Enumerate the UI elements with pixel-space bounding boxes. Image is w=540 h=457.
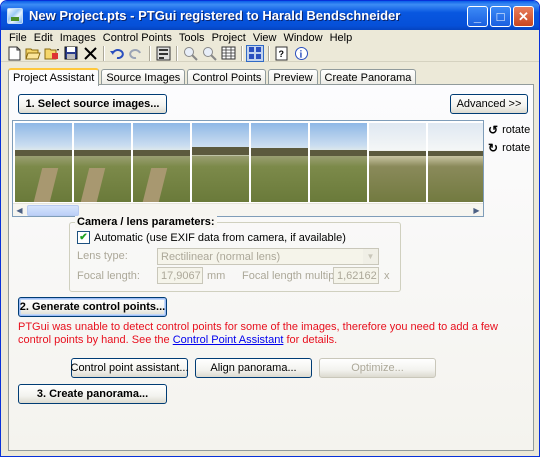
multiplier-unit: x bbox=[384, 270, 390, 282]
tab-strip: Project Assistant Source Images Control … bbox=[8, 68, 418, 86]
maximize-button[interactable]: □ bbox=[490, 6, 511, 27]
menu-window[interactable]: Window bbox=[281, 32, 327, 44]
delete-icon[interactable] bbox=[81, 45, 99, 62]
info-icon[interactable]: i bbox=[292, 45, 310, 62]
tab-control-points[interactable]: Control Points bbox=[187, 69, 267, 85]
rotate-cw-button[interactable]: ↻ rotate bbox=[488, 141, 530, 155]
close-button[interactable]: ✕ bbox=[513, 6, 534, 27]
open-dropdown-icon[interactable] bbox=[43, 45, 61, 62]
thumbnail-scrollbar[interactable]: ◀ ▶ bbox=[13, 203, 483, 216]
open-icon[interactable] bbox=[24, 45, 42, 62]
image-thumbnail[interactable] bbox=[251, 123, 308, 202]
image-thumbnail[interactable] bbox=[428, 123, 483, 202]
tab-preview[interactable]: Preview bbox=[268, 69, 318, 85]
scrollbar-thumb[interactable] bbox=[27, 205, 79, 216]
menu-project[interactable]: Project bbox=[210, 32, 251, 44]
optimize-button[interactable]: Optimize... bbox=[319, 358, 436, 378]
focal-length-label: Focal length: bbox=[77, 270, 140, 282]
window-title: New Project.pts - PTGui registered to Ha… bbox=[29, 8, 401, 23]
toolbar-separator bbox=[241, 45, 243, 61]
toolbar-separator bbox=[268, 45, 270, 61]
rotate-ccw-button[interactable]: ↺ rotate bbox=[488, 123, 530, 137]
toolbar: ? i bbox=[1, 44, 539, 62]
rotate-ccw-icon: ↺ bbox=[488, 123, 499, 137]
menu-help[interactable]: Help bbox=[328, 32, 358, 44]
toolbar-separator bbox=[103, 45, 105, 61]
menu-edit[interactable]: Edit bbox=[32, 32, 58, 44]
main-window: New Project.pts - PTGui registered to Ha… bbox=[0, 0, 540, 457]
image-thumbnail[interactable] bbox=[369, 123, 426, 202]
rotate-ccw-label: rotate bbox=[502, 124, 531, 136]
menu-images[interactable]: Images bbox=[58, 32, 101, 44]
control-point-assistant-button[interactable]: Control point assistant... bbox=[71, 358, 189, 378]
lens-type-select[interactable]: Rectilinear (normal lens) ▼ bbox=[157, 248, 379, 265]
settings-icon[interactable] bbox=[154, 45, 172, 62]
save-icon[interactable] bbox=[62, 45, 80, 62]
chevron-down-icon[interactable]: ▼ bbox=[363, 249, 378, 264]
tab-source-images[interactable]: Source Images bbox=[101, 69, 186, 85]
control-point-assistant-link[interactable]: Control Point Assistant bbox=[173, 334, 284, 346]
automatic-exif-checkbox[interactable]: ✔ bbox=[77, 231, 90, 244]
image-thumbnail[interactable] bbox=[192, 123, 249, 202]
rotate-cw-icon: ↻ bbox=[488, 141, 499, 155]
generate-control-points-button[interactable]: 2. Generate control points... bbox=[18, 297, 167, 317]
table-icon[interactable] bbox=[219, 45, 237, 62]
toolbar-separator bbox=[176, 45, 178, 61]
undo-icon[interactable] bbox=[108, 45, 126, 62]
rotate-cw-label: rotate bbox=[502, 142, 531, 154]
zoom-in-icon[interactable] bbox=[181, 45, 199, 62]
select-source-images-button[interactable]: 1. Select source images... bbox=[18, 94, 167, 114]
automatic-exif-label: Automatic (use EXIF data from camera, if… bbox=[94, 231, 346, 244]
menu-tools[interactable]: Tools bbox=[177, 32, 210, 44]
image-thumbnail[interactable] bbox=[74, 123, 131, 202]
svg-text:i: i bbox=[299, 49, 302, 60]
source-images-strip[interactable]: ◀ ▶ bbox=[12, 120, 484, 217]
image-thumbnail[interactable] bbox=[15, 123, 72, 202]
tab-project-assistant[interactable]: Project Assistant bbox=[8, 68, 100, 86]
image-thumbnail[interactable] bbox=[310, 123, 367, 202]
minimize-button[interactable]: _ bbox=[467, 6, 488, 27]
align-panorama-button[interactable]: Align panorama... bbox=[195, 358, 312, 378]
menu-view[interactable]: View bbox=[251, 32, 282, 44]
help-icon[interactable]: ? bbox=[273, 45, 291, 62]
advanced-button[interactable]: Advanced >> bbox=[450, 94, 528, 114]
focal-length-unit: mm bbox=[207, 270, 226, 282]
panorama-editor-icon[interactable] bbox=[246, 44, 264, 62]
menu-bar: File Edit Images Control Points Tools Pr… bbox=[1, 30, 539, 45]
warning-tail: for details. bbox=[286, 334, 338, 346]
scroll-left-icon[interactable]: ◀ bbox=[13, 204, 26, 217]
tab-create-panorama[interactable]: Create Panorama bbox=[319, 69, 417, 85]
lens-type-label: Lens type: bbox=[77, 250, 128, 262]
warning-message: PTGui was unable to detect control point… bbox=[18, 321, 528, 347]
title-bar[interactable]: New Project.pts - PTGui registered to Ha… bbox=[1, 1, 539, 30]
create-panorama-button[interactable]: 3. Create panorama... bbox=[18, 384, 167, 404]
zoom-out-icon[interactable] bbox=[200, 45, 218, 62]
focal-length-multiplier-field[interactable]: 1,62162 bbox=[333, 267, 379, 284]
image-thumbnail[interactable] bbox=[133, 123, 190, 202]
redo-icon[interactable] bbox=[127, 45, 145, 62]
menu-file[interactable]: File bbox=[7, 32, 32, 44]
lens-group-title: Camera / lens parameters: bbox=[75, 216, 217, 228]
new-icon[interactable] bbox=[5, 45, 23, 62]
svg-text:?: ? bbox=[279, 49, 285, 59]
lens-type-value: Rectilinear (normal lens) bbox=[161, 250, 281, 263]
scroll-right-icon[interactable]: ▶ bbox=[470, 204, 483, 217]
menu-control-points[interactable]: Control Points bbox=[101, 32, 177, 44]
app-icon bbox=[7, 7, 23, 24]
automatic-exif-checkbox-row[interactable]: ✔ Automatic (use EXIF data from camera, … bbox=[77, 231, 346, 244]
focal-length-field[interactable]: 17,9067 bbox=[157, 267, 203, 284]
toolbar-separator bbox=[149, 45, 151, 61]
